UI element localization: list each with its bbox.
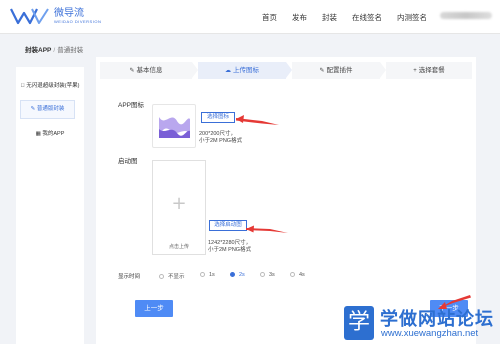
step-config-plugin[interactable]: ✎ 配置插件 xyxy=(292,62,386,79)
plus-icon: + xyxy=(413,68,417,74)
radio-circle xyxy=(159,274,164,279)
select-icon-button[interactable]: 选择图标 xyxy=(201,112,235,123)
radio-label: 3s xyxy=(269,272,275,278)
edit-icon: ✎ xyxy=(30,106,36,112)
sidebar-item-super-package[interactable]:  无闪退超级封装(苹果) xyxy=(16,81,84,89)
radio-2s[interactable]: 2s xyxy=(230,272,245,278)
edit-icon: ✎ xyxy=(129,68,135,74)
watermark-logo: 学 xyxy=(344,306,374,340)
breadcrumb: 封装APP / 普通封装 xyxy=(25,44,83,54)
radio-circle xyxy=(200,272,205,277)
prev-step-button[interactable]: 上一步 xyxy=(135,300,173,317)
breadcrumb-root[interactable]: 封装APP xyxy=(25,47,51,54)
display-time-label: 显示时间 xyxy=(118,274,141,280)
radio-circle xyxy=(260,272,265,277)
radio-label: 1s xyxy=(209,272,215,278)
nav-item-beta-sign[interactable]: 内测签名 xyxy=(397,12,427,23)
brand-logo-icon xyxy=(10,8,49,25)
splash-format-hint: 小于2M PNG格式 xyxy=(208,247,252,253)
radio-no-display[interactable]: 不显示 xyxy=(159,272,185,280)
wave-logo-icon xyxy=(159,117,190,138)
nav-item-publish[interactable]: 发布 xyxy=(292,12,307,23)
brand-name-en: WEIDAO DIVERSION xyxy=(54,18,102,24)
top-navigation-bar: 微导流 WEIDAO DIVERSION 首页 发布 封装 在线签名 内测签名 xyxy=(0,0,500,34)
nav-item-online-sign[interactable]: 在线签名 xyxy=(352,12,382,23)
radio-4s[interactable]: 4s xyxy=(290,272,305,278)
icon-size-hint: 200*200尺寸， xyxy=(199,131,236,137)
edit-icon: ✎ xyxy=(319,68,325,74)
radio-label: 不显示 xyxy=(168,274,185,280)
sidebar-item-label: 普通版封装 xyxy=(36,106,65,112)
nav-item-home[interactable]: 首页 xyxy=(262,12,277,23)
cloud-upload-icon: ☁ xyxy=(225,68,231,74)
sidebar-item-my-app[interactable]: ▦ 我的APP xyxy=(16,129,84,137)
step-select-plan[interactable]: + 选择套餐 xyxy=(386,62,472,79)
step-upload-icon[interactable]: ☁ 上传图标 xyxy=(198,62,292,79)
app-icon-label: APP图标 xyxy=(118,102,145,109)
brand-name: 微导流 xyxy=(54,7,84,19)
splash-size-hint: 1242*2280尺寸， xyxy=(208,240,252,246)
watermark-url: www.xuewangzhan.net xyxy=(381,328,479,339)
site-watermark: 学 学做网站论坛 www.xuewangzhan.net xyxy=(344,304,500,344)
step-label: 基本信息 xyxy=(136,67,163,74)
step-label: 上传图标 xyxy=(233,67,259,74)
splash-upload-box[interactable]: + 点击上传 xyxy=(152,160,206,255)
app-icon-preview[interactable] xyxy=(152,104,196,148)
splash-upload-caption: 点击上传 xyxy=(168,244,189,250)
sidebar-item-label: 我的APP xyxy=(42,131,65,137)
step-progress: ✎ 基本信息 ☁ 上传图标 ✎ 配置插件 + 选择套餐 xyxy=(100,62,472,79)
radio-circle-selected xyxy=(230,272,235,277)
brand-logo[interactable]: 微导流 WEIDAO DIVERSION xyxy=(10,6,101,26)
plus-icon: + xyxy=(171,193,187,214)
user-account-blurred[interactable] xyxy=(440,12,492,19)
sidebar-item-normal-package[interactable]: ✎ 普通版封装 xyxy=(20,100,75,119)
nav-item-package[interactable]: 封装 xyxy=(322,12,337,23)
radio-label: 4s xyxy=(299,272,305,278)
breadcrumb-separator: / xyxy=(53,47,56,54)
breadcrumb-current: 普通封装 xyxy=(57,47,84,54)
icon-format-hint: 小于2M PNG格式 xyxy=(199,138,243,144)
step-label: 配置插件 xyxy=(326,67,353,74)
step-basic-info[interactable]: ✎ 基本信息 xyxy=(100,62,198,79)
splash-label: 启动图 xyxy=(118,158,138,165)
radio-label: 2s xyxy=(239,272,245,278)
radio-3s[interactable]: 3s xyxy=(260,272,275,278)
select-splash-button[interactable]: 选择启动图 xyxy=(209,220,247,231)
radio-circle xyxy=(290,272,295,277)
step-label: 选择套餐 xyxy=(418,67,445,74)
sidebar-item-label: 无闪退超级封装(苹果) xyxy=(23,83,79,89)
grid-icon: ▦ xyxy=(35,131,41,137)
apple-icon:  xyxy=(21,83,25,89)
radio-1s[interactable]: 1s xyxy=(200,272,215,278)
sidebar:  无闪退超级封装(苹果) ✎ 普通版封装 ▦ 我的APP xyxy=(16,67,84,344)
